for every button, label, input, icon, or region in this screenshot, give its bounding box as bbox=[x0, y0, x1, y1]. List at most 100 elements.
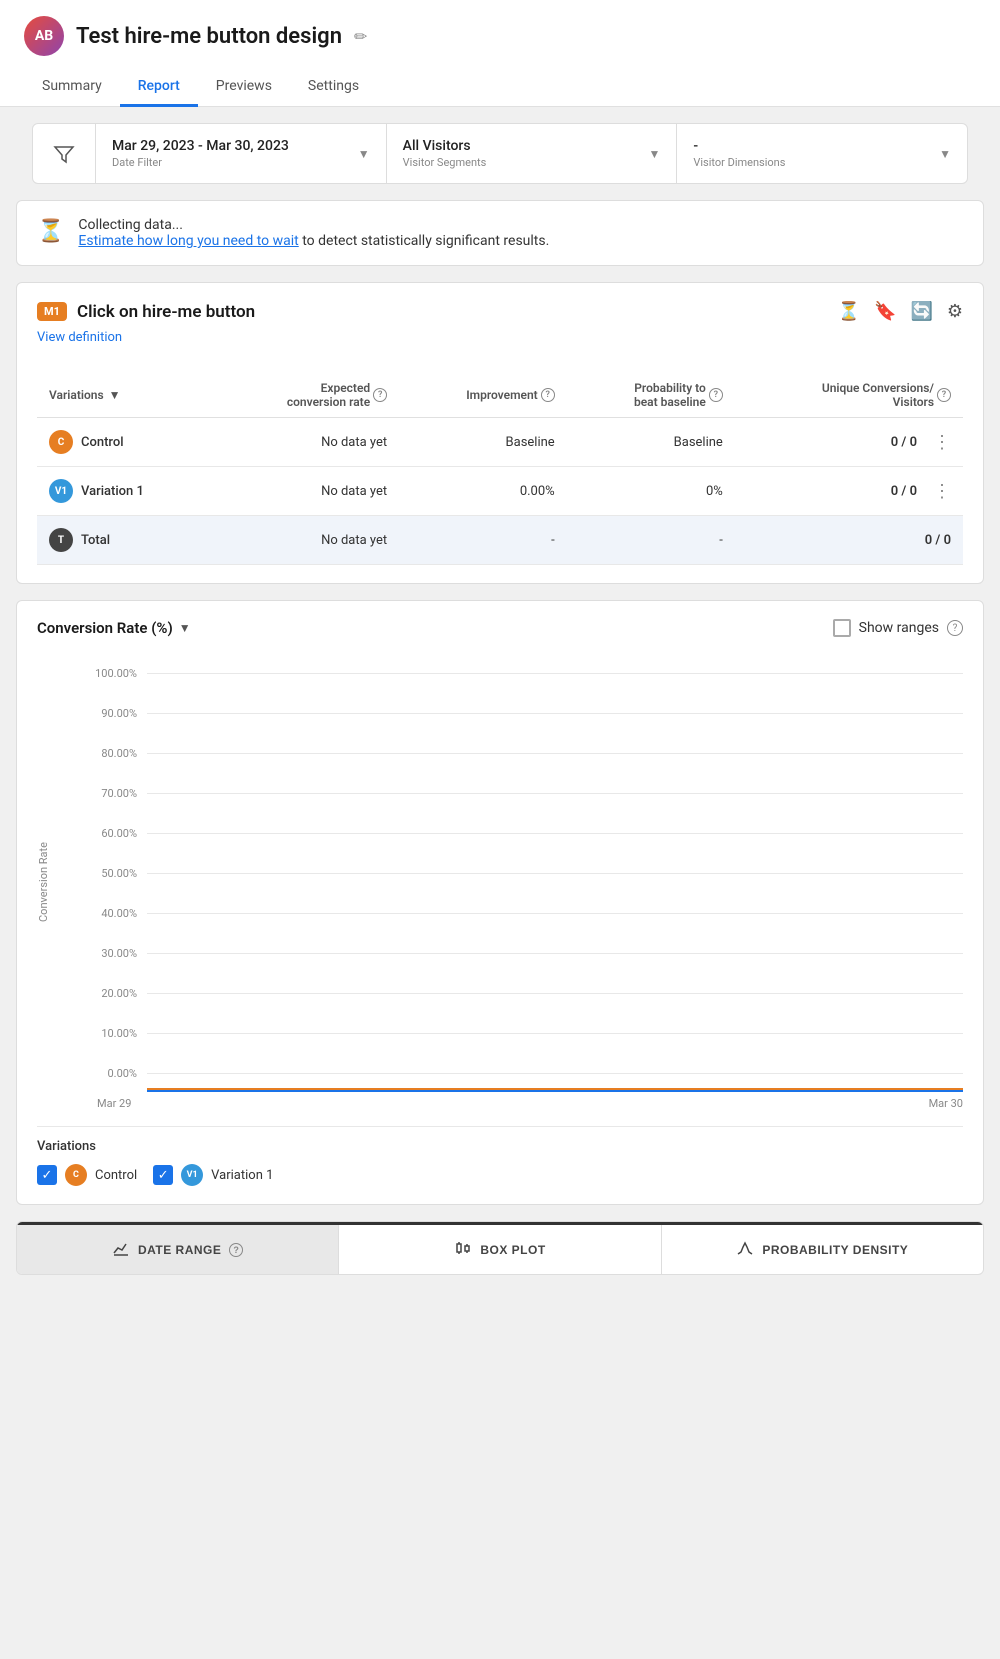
variation-name: Variation 1 bbox=[81, 484, 144, 499]
grid-label: 80.00% bbox=[87, 747, 147, 760]
chart-title-chevron[interactable]: ▼ bbox=[179, 621, 191, 635]
box-plot-icon bbox=[454, 1239, 472, 1260]
legend-control-label: Control bbox=[95, 1168, 137, 1183]
legend-control-dot: C bbox=[65, 1164, 87, 1186]
chart-title: Conversion Rate (%) bbox=[37, 619, 173, 637]
visitor-segments-filter[interactable]: All Visitors Visitor Segments ▼ bbox=[387, 124, 678, 183]
x-axis-labels: Mar 29 Mar 30 bbox=[97, 1097, 963, 1110]
legend-variation1-dot: V1 bbox=[181, 1164, 203, 1186]
grid-label: 100.00% bbox=[87, 667, 147, 680]
avatar: AB bbox=[24, 16, 64, 56]
metric-table: Variations ▼ Expectedconversion rate ? I… bbox=[37, 373, 963, 565]
grid-label: 20.00% bbox=[87, 987, 147, 1000]
hourglass-icon: ⏳ bbox=[37, 219, 64, 244]
improvement-header: Improvement ? bbox=[466, 388, 555, 402]
edit-icon[interactable]: ✏ bbox=[354, 27, 367, 46]
tab-probability-density[interactable]: PROBABILITY DENSITY bbox=[662, 1225, 983, 1274]
row-more-menu[interactable]: ⋮ bbox=[933, 481, 951, 502]
metric-settings-icon[interactable]: ⚙ bbox=[947, 301, 963, 322]
expected-rate-header: Expectedconversion rate ? bbox=[287, 381, 387, 409]
show-ranges-checkbox[interactable] bbox=[833, 619, 851, 637]
date-filter[interactable]: Mar 29, 2023 - Mar 30, 2023 Date Filter … bbox=[96, 124, 387, 183]
grid-label: 50.00% bbox=[87, 867, 147, 880]
bottom-tabs: DATE RANGE ? BOX PLOT bbox=[17, 1222, 983, 1274]
chart-legend: Variations ✓ C Control ✓ V1 Variation 1 bbox=[37, 1126, 963, 1186]
tab-probability-density-label: PROBABILITY DENSITY bbox=[762, 1243, 908, 1257]
nav-tabs: Summary Report Previews Settings bbox=[24, 68, 976, 106]
estimate-link[interactable]: Estimate how long you need to wait bbox=[78, 233, 298, 249]
legend-item-control: ✓ C Control bbox=[37, 1164, 137, 1186]
variations-header: Variations bbox=[49, 388, 104, 402]
variations-filter-icon[interactable]: ▼ bbox=[109, 388, 121, 402]
variation-name: Control bbox=[81, 435, 124, 450]
collecting-data-alert: ⏳ Collecting data... Estimate how long y… bbox=[16, 200, 984, 266]
tab-settings[interactable]: Settings bbox=[290, 68, 377, 107]
improvement-cell: - bbox=[399, 516, 567, 565]
visitor-segments-chevron: ▼ bbox=[648, 147, 660, 161]
y-axis-label: Conversion Rate bbox=[37, 842, 50, 922]
show-ranges-info-icon[interactable]: ? bbox=[947, 620, 963, 636]
probability-info-icon[interactable]: ? bbox=[709, 388, 723, 402]
chart-svg-container bbox=[147, 653, 963, 1093]
conversions-value: 0 / 0 bbox=[891, 435, 917, 450]
date-range-icon bbox=[112, 1239, 130, 1260]
legend-control-checkbox[interactable]: ✓ bbox=[37, 1165, 57, 1185]
conversions-value: 0 / 0 bbox=[891, 484, 917, 499]
tab-report[interactable]: Report bbox=[120, 68, 198, 107]
metric-badge: M1 bbox=[37, 302, 67, 321]
variation-cell: T Total bbox=[49, 528, 202, 552]
variation-dot: V1 bbox=[49, 479, 73, 503]
date-filter-chevron: ▼ bbox=[358, 147, 370, 161]
grid-label: 70.00% bbox=[87, 787, 147, 800]
grid-label: 0.00% bbox=[87, 1067, 147, 1080]
alert-text: Collecting data... Estimate how long you… bbox=[78, 217, 549, 249]
legend-variation1-checkbox[interactable]: ✓ bbox=[153, 1165, 173, 1185]
metric-refresh-icon[interactable]: 🔄 bbox=[910, 301, 932, 322]
variation-dot: T bbox=[49, 528, 73, 552]
chart-grid: 100.00% 90.00% 80.00% 70.00% 60.00% 50.0… bbox=[87, 653, 963, 1093]
grid-label: 30.00% bbox=[87, 947, 147, 960]
expected-rate-cell: No data yet bbox=[214, 467, 399, 516]
variation-cell: V1 Variation 1 bbox=[49, 479, 202, 503]
grid-label: 60.00% bbox=[87, 827, 147, 840]
conversions-cell: 0 / 0 ⋮ bbox=[747, 481, 951, 502]
variation-cell: C Control bbox=[49, 430, 202, 454]
probability-header: Probability tobeat baseline ? bbox=[634, 381, 723, 409]
conversions-header: Unique Conversions/Visitors ? bbox=[822, 381, 951, 409]
chart-svg bbox=[147, 653, 963, 1093]
row-more-menu[interactable]: ⋮ bbox=[933, 432, 951, 453]
metric-hourglass-icon[interactable]: ⏳ bbox=[838, 301, 860, 322]
show-ranges-label: Show ranges bbox=[859, 620, 939, 636]
date-range-info-icon[interactable]: ? bbox=[229, 1243, 243, 1257]
tab-box-plot[interactable]: BOX PLOT bbox=[339, 1225, 661, 1274]
filter-bar: Mar 29, 2023 - Mar 30, 2023 Date Filter … bbox=[32, 123, 968, 184]
metric-bookmark-icon[interactable]: 🔖 bbox=[874, 301, 896, 322]
legend-title: Variations bbox=[37, 1139, 963, 1154]
metric-title: Click on hire-me button bbox=[77, 302, 255, 322]
legend-item-variation1: ✓ V1 Variation 1 bbox=[153, 1164, 273, 1186]
visitor-dimensions-filter[interactable]: - Visitor Dimensions ▼ bbox=[677, 124, 967, 183]
probability-cell: 0% bbox=[567, 467, 735, 516]
tab-date-range[interactable]: DATE RANGE ? bbox=[17, 1225, 339, 1274]
tab-previews[interactable]: Previews bbox=[198, 68, 290, 107]
expected-rate-cell: No data yet bbox=[214, 418, 399, 467]
grid-label: 40.00% bbox=[87, 907, 147, 920]
tab-date-range-label: DATE RANGE bbox=[138, 1243, 221, 1257]
metric-card: M1 Click on hire-me button ⏳ 🔖 🔄 ⚙ View … bbox=[16, 282, 984, 584]
conversions-info-icon[interactable]: ? bbox=[937, 388, 951, 402]
conversions-cell: 0 / 0 ⋮ bbox=[747, 432, 951, 453]
view-definition-link[interactable]: View definition bbox=[37, 330, 122, 345]
conversions-cell: 0 / 0 bbox=[747, 533, 951, 548]
improvement-cell: Baseline bbox=[399, 418, 567, 467]
improvement-info-icon[interactable]: ? bbox=[541, 388, 555, 402]
chart-area: Conversion Rate 100.00% 90.00% 80.00% 70… bbox=[37, 653, 963, 1110]
grid-label: 90.00% bbox=[87, 707, 147, 720]
grid-label: 10.00% bbox=[87, 1027, 147, 1040]
probability-cell: Baseline bbox=[567, 418, 735, 467]
tab-summary[interactable]: Summary bbox=[24, 68, 120, 107]
probability-cell: - bbox=[567, 516, 735, 565]
legend-variation1-label: Variation 1 bbox=[211, 1168, 273, 1183]
improvement-cell: 0.00% bbox=[399, 467, 567, 516]
expected-rate-info-icon[interactable]: ? bbox=[373, 388, 387, 402]
tab-box-plot-label: BOX PLOT bbox=[480, 1243, 545, 1257]
